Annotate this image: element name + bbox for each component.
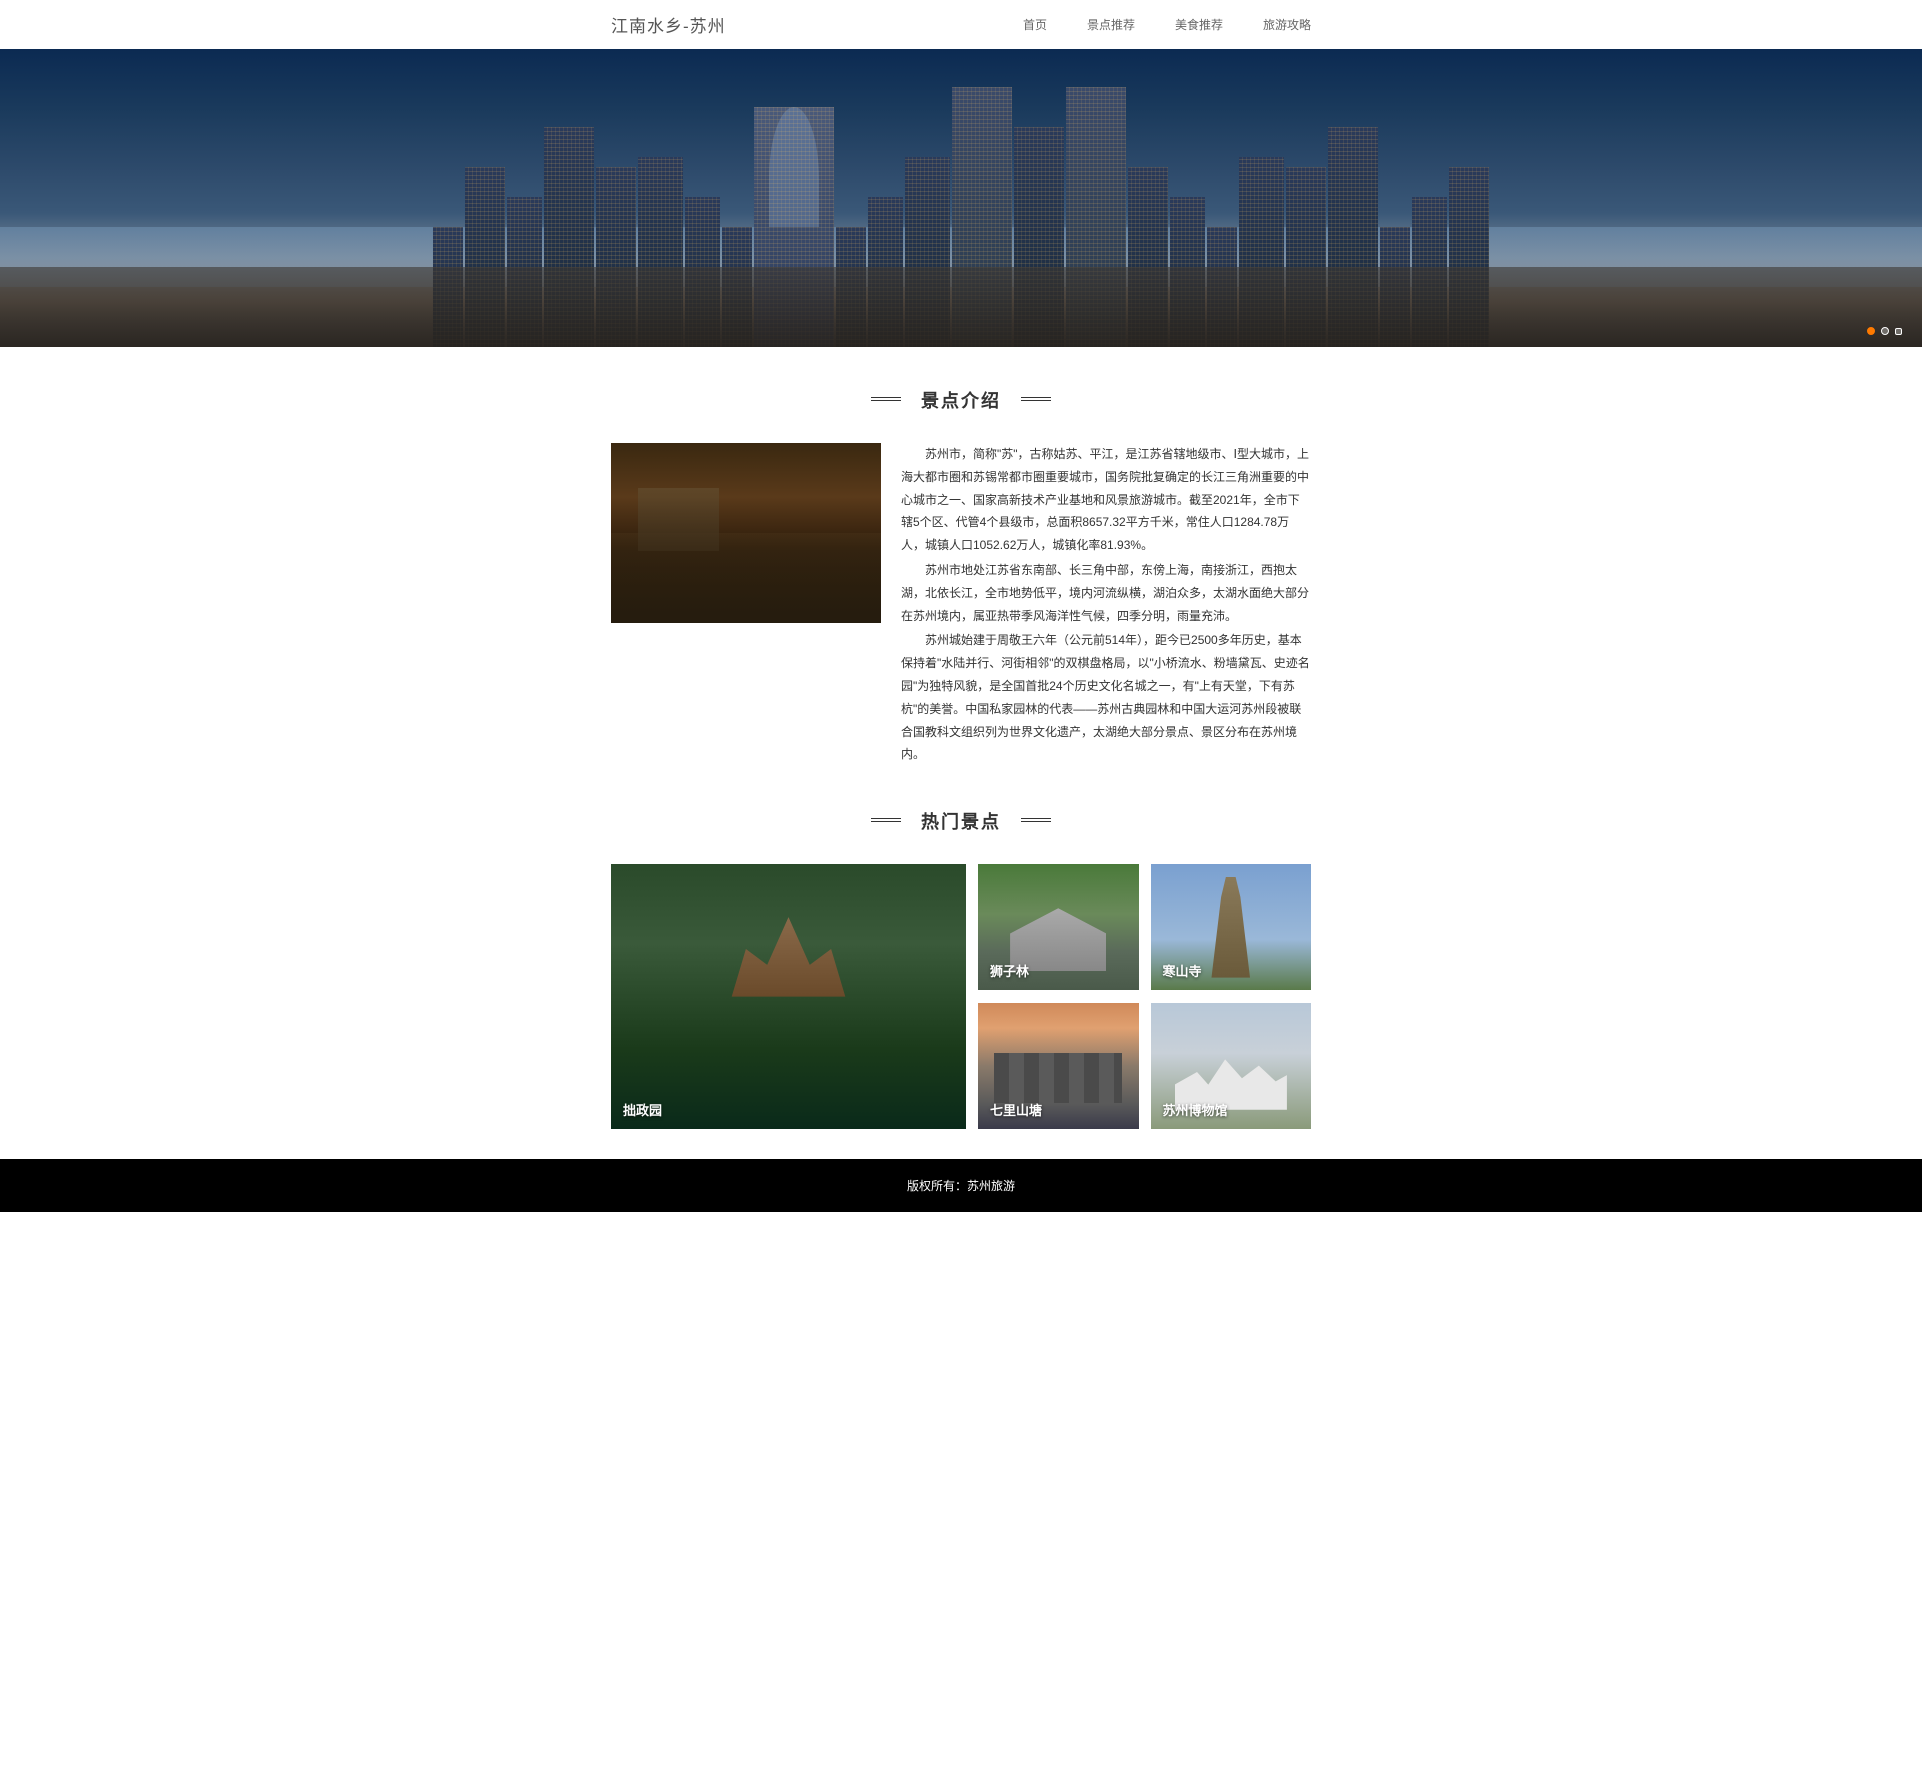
intro-para-3: 苏州城始建于周敬王六年（公元前514年），距今已2500多年历史，基本保持着"水… (901, 629, 1311, 766)
hot-heading: 热门景点 (921, 808, 1001, 834)
attraction-small-1-label: 狮子林 (990, 961, 1029, 980)
attraction-small-2-label: 寒山寺 (1163, 961, 1202, 980)
intro-image (611, 443, 881, 623)
carousel-dot-1[interactable] (1867, 327, 1875, 335)
section-title-intro: 景点介绍 (611, 387, 1311, 413)
attraction-small-3-label: 七里山塘 (990, 1100, 1042, 1119)
attraction-small-4-label: 苏州博物馆 (1163, 1100, 1228, 1119)
footer: 版权所有：苏州旅游 (0, 1159, 1922, 1212)
intro-section: 苏州市，简称"苏"，古称姑苏、平江，是江苏省辖地级市、Ⅰ型大城市，上海大都市圈和… (611, 443, 1311, 768)
attraction-big-label: 拙政园 (623, 1100, 662, 1119)
header: 江南水乡-苏州 首页 景点推荐 美食推荐 旅游攻略 (0, 0, 1922, 49)
attraction-small-4[interactable]: 苏州博物馆 (1151, 1003, 1312, 1129)
nav-guide[interactable]: 旅游攻略 (1263, 16, 1311, 33)
site-logo: 江南水乡-苏州 (611, 12, 726, 37)
carousel-dot-3[interactable] (1895, 328, 1902, 335)
intro-para-1: 苏州市，简称"苏"，古称姑苏、平江，是江苏省辖地级市、Ⅰ型大城市，上海大都市圈和… (901, 443, 1311, 557)
intro-text: 苏州市，简称"苏"，古称姑苏、平江，是江苏省辖地级市、Ⅰ型大城市，上海大都市圈和… (901, 443, 1311, 768)
attraction-small-3[interactable]: 七里山塘 (978, 1003, 1139, 1129)
nav-food[interactable]: 美食推荐 (1175, 16, 1223, 33)
section-title-hot: 热门景点 (611, 808, 1311, 834)
intro-heading: 景点介绍 (921, 387, 1001, 413)
main-nav: 首页 景点推荐 美食推荐 旅游攻略 (1023, 16, 1311, 33)
attraction-big[interactable]: 拙政园 (611, 864, 966, 1129)
footer-text: 版权所有：苏州旅游 (907, 1179, 1015, 1193)
attraction-small-1[interactable]: 狮子林 (978, 864, 1139, 990)
attraction-small-2[interactable]: 寒山寺 (1151, 864, 1312, 990)
nav-home[interactable]: 首页 (1023, 16, 1047, 33)
carousel-dots (1867, 327, 1902, 335)
carousel-dot-2[interactable] (1881, 327, 1889, 335)
intro-para-2: 苏州市地处江苏省东南部、长三角中部，东傍上海，南接浙江，西抱太湖，北依长江，全市… (901, 559, 1311, 627)
nav-attractions[interactable]: 景点推荐 (1087, 16, 1135, 33)
hero-banner (0, 49, 1922, 347)
attractions-grid: 拙政园 狮子林 寒山寺 七里山塘 苏州博物馆 (611, 864, 1311, 1129)
